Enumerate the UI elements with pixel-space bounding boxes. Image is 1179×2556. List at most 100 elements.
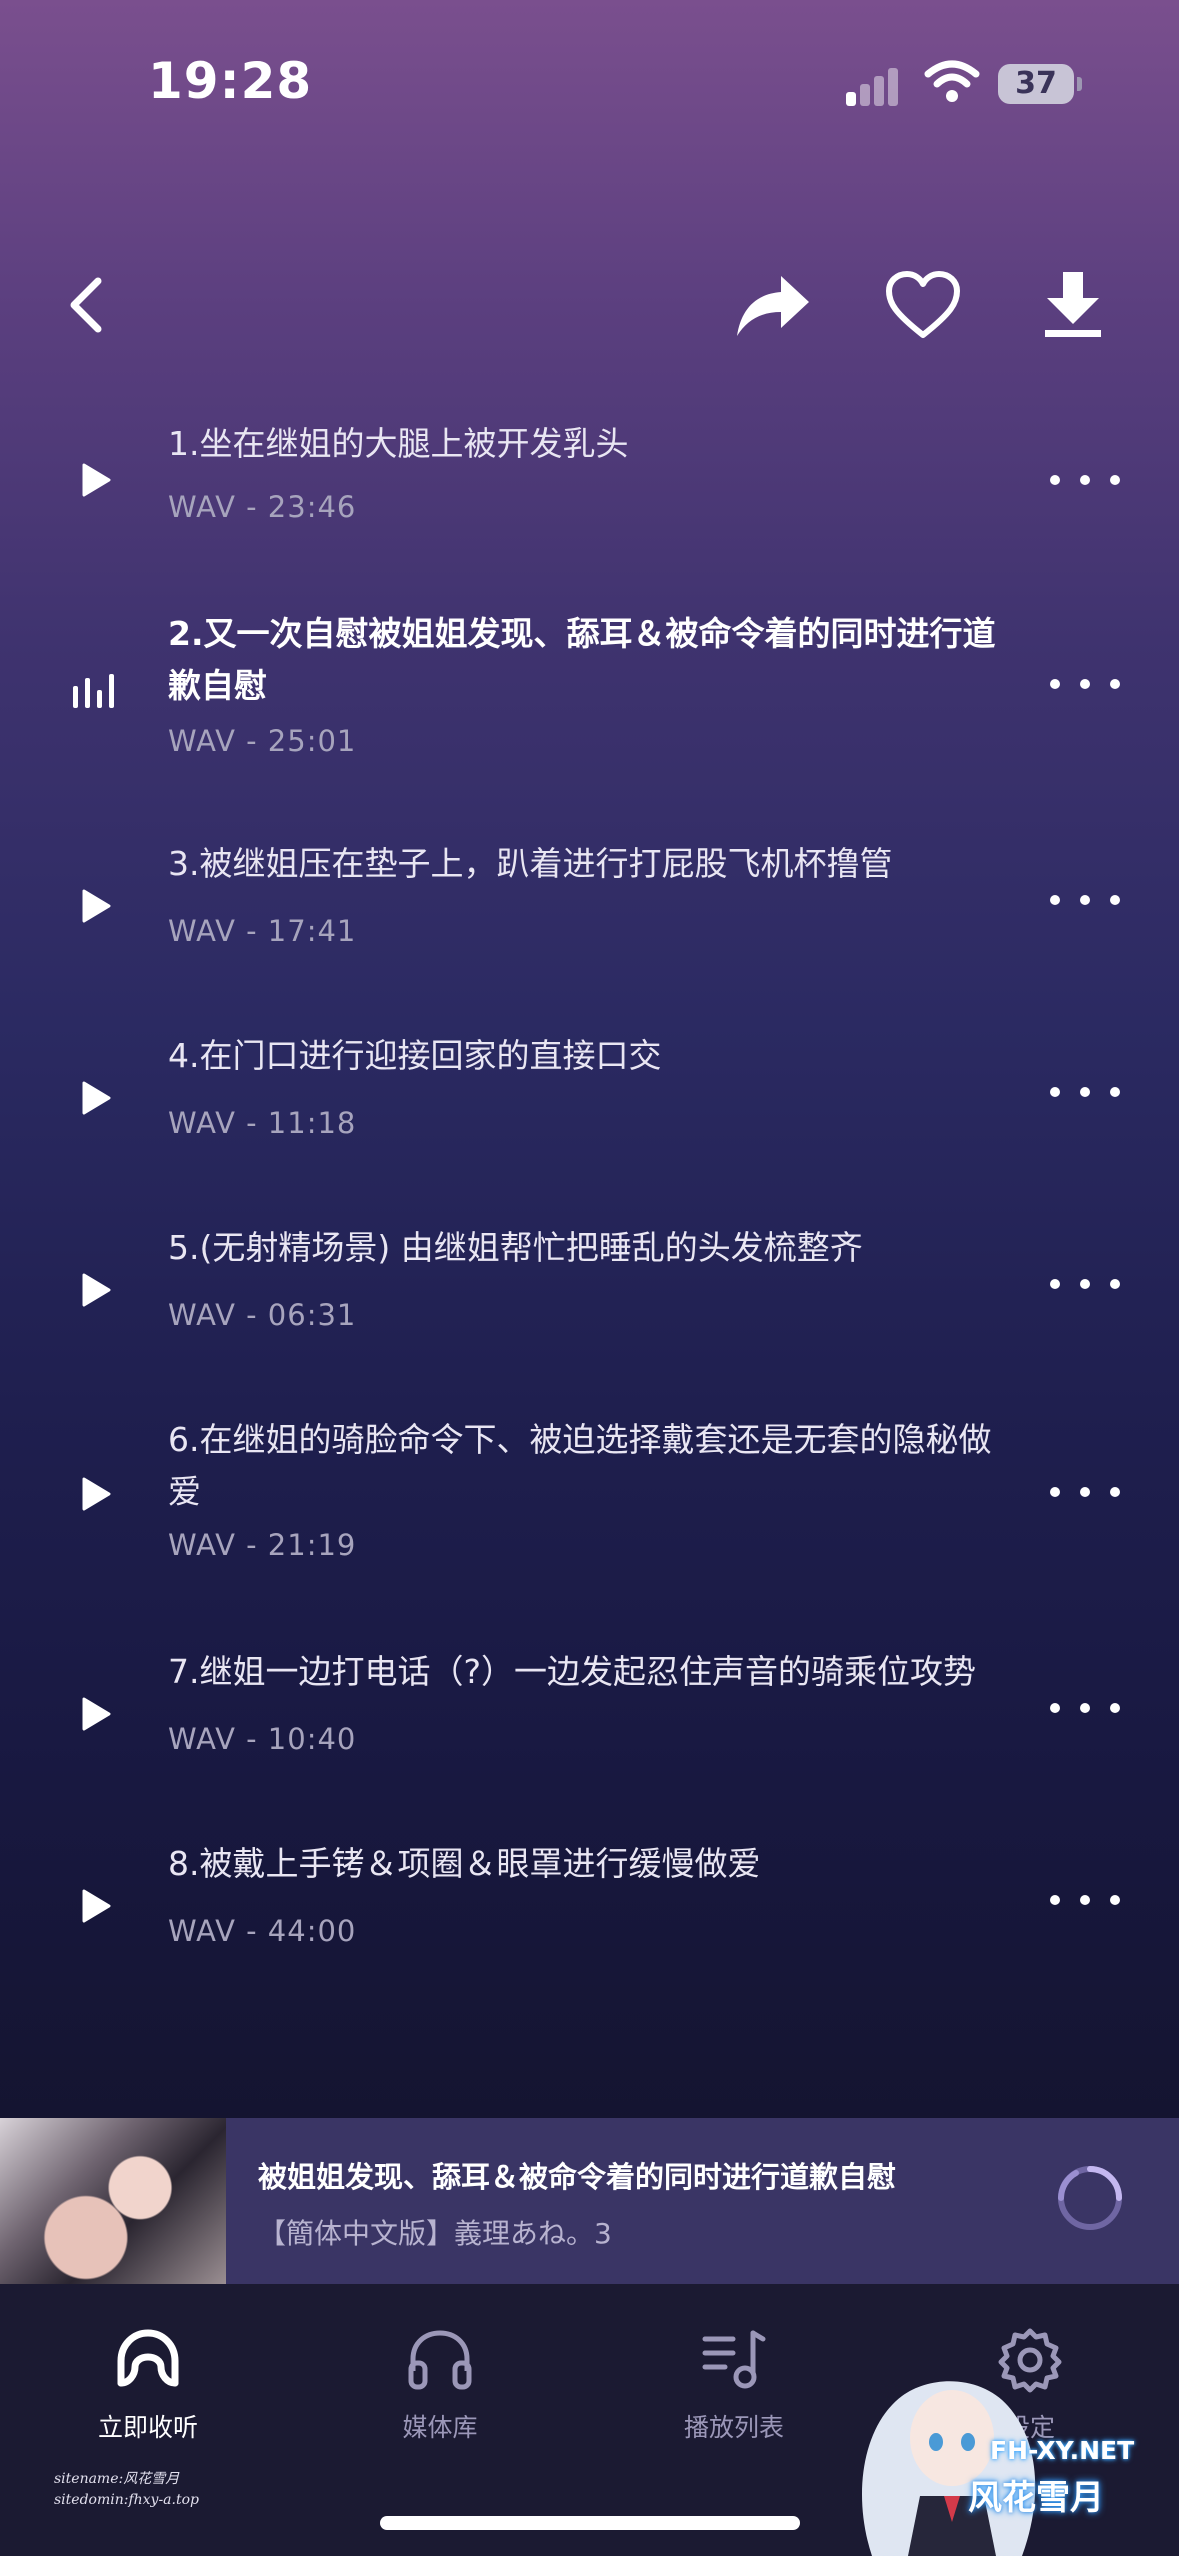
watermark-site-name: 风花雪月: [968, 2478, 1104, 2518]
track-title: 3.被继姐压在垫子上，趴着进行打屁股飞机杯撸管: [168, 844, 893, 883]
dot-icon: [1050, 895, 1060, 905]
now-playing-subtitle: 【簡体中文版】義理あね。3: [258, 2217, 612, 2250]
dot-icon: [1110, 475, 1120, 485]
dot-icon: [1110, 895, 1120, 905]
heart-icon: [886, 271, 960, 338]
share-button[interactable]: [728, 260, 818, 350]
status-bar: 19:28 37: [0, 0, 1179, 170]
dot-icon: [1080, 679, 1090, 689]
tab-label: 媒体库: [402, 2413, 478, 2442]
track-meta: WAV - 25:01: [168, 724, 357, 758]
dot-icon: [1110, 1279, 1120, 1289]
track-item[interactable]: 3.被继姐压在垫子上，趴着进行打屁股飞机杯撸管 WAV - 17:41: [0, 836, 1179, 976]
dot-icon: [1080, 475, 1090, 485]
play-track-button[interactable]: [68, 452, 124, 508]
wifi-icon: [924, 60, 980, 102]
track-more-button[interactable]: [1050, 880, 1120, 920]
track-item[interactable]: 5.(无射精场景) 由继姐帮忙把睡乱的头发梳整齐 WAV - 06:31: [0, 1220, 1179, 1360]
play-icon: [82, 1697, 111, 1731]
download-button[interactable]: [1028, 260, 1118, 350]
status-time: 19:28: [148, 52, 313, 110]
track-meta: WAV - 44:00: [168, 1914, 357, 1948]
track-title: 6.在继姐的骑脸命令下、被迫选择戴套还是无套的隐秘做爱: [168, 1420, 992, 1511]
play-icon: [82, 1273, 111, 1307]
watermark-site-url: FH-XY.NET: [990, 2436, 1135, 2465]
dot-icon: [1080, 1487, 1090, 1497]
dot-icon: [1080, 1279, 1090, 1289]
loading-spinner-icon[interactable]: [1056, 2164, 1124, 2232]
track-more-button[interactable]: [1050, 1072, 1120, 1112]
track-item[interactable]: 7.继姐一边打电话（?）一边发起忍住声音的骑乘位攻势 WAV - 10:40: [0, 1650, 1179, 1790]
dot-icon: [1050, 1279, 1060, 1289]
album-cover[interactable]: [0, 2118, 226, 2284]
track-title: 8.被戴上手铐＆项圈＆眼罩进行缓慢做爱: [168, 1844, 761, 1883]
track-item[interactable]: 4.在门口进行迎接回家的直接口交 WAV - 11:18: [0, 1028, 1179, 1168]
play-track-button[interactable]: [68, 878, 124, 934]
dot-icon: [1110, 1487, 1120, 1497]
chevron-left-icon: [70, 277, 102, 333]
track-meta: WAV - 11:18: [168, 1106, 357, 1140]
play-icon: [82, 1081, 111, 1115]
tab-listen-now[interactable]: 立即收听: [48, 2320, 248, 2444]
dot-icon: [1110, 679, 1120, 689]
tab-label: 立即收听: [97, 2413, 198, 2442]
dot-icon: [1080, 1087, 1090, 1097]
play-track-button[interactable]: [68, 1070, 124, 1126]
track-item[interactable]: 6.在继姐的骑脸命令下、被迫选择戴套还是无套的隐秘做爱 WAV - 21:19: [0, 1412, 1179, 1582]
tab-playlist[interactable]: 播放列表: [634, 2320, 834, 2444]
share-arrow-icon: [737, 276, 809, 336]
play-track-button[interactable]: [68, 1466, 124, 1522]
dot-icon: [1050, 1487, 1060, 1497]
favorite-button[interactable]: [878, 260, 968, 350]
dot-icon: [1110, 1087, 1120, 1097]
track-more-button[interactable]: [1050, 1880, 1120, 1920]
play-icon: [82, 463, 111, 497]
playlist-icon: [702, 2330, 766, 2389]
home-indicator: [380, 2516, 800, 2530]
track-more-button[interactable]: [1050, 1472, 1120, 1512]
track-title: 1.坐在继姐的大腿上被开发乳头: [168, 424, 629, 463]
dot-icon: [1050, 679, 1060, 689]
watermark-sitename: sitename:风花雪月: [54, 2471, 180, 2487]
track-meta: WAV - 17:41: [168, 914, 357, 948]
play-track-button[interactable]: [68, 1686, 124, 1742]
tab-label: 播放列表: [683, 2413, 784, 2442]
play-icon: [82, 1477, 111, 1511]
track-more-button[interactable]: [1050, 1264, 1120, 1304]
listen-now-icon: [117, 2329, 179, 2387]
dot-icon: [1080, 1895, 1090, 1905]
play-icon: [82, 1889, 111, 1923]
track-more-button[interactable]: [1050, 1688, 1120, 1728]
battery-indicator: 37: [998, 64, 1082, 104]
mini-player[interactable]: 被姐姐发现、舔耳＆被命令着的同时进行道歉自慰 【簡体中文版】義理あね。3: [0, 2118, 1179, 2284]
track-more-button[interactable]: [1050, 664, 1120, 704]
dot-icon: [1110, 1895, 1120, 1905]
play-track-button[interactable]: [68, 1262, 124, 1318]
track-title: 2.又一次自慰被姐姐发现、舔耳＆被命令着的同时进行道歉自慰: [168, 614, 996, 705]
track-meta: WAV - 06:31: [168, 1298, 357, 1332]
track-item[interactable]: 8.被戴上手铐＆项圈＆眼罩进行缓慢做爱 WAV - 44:00: [0, 1842, 1179, 1982]
back-button[interactable]: [42, 260, 132, 350]
dot-icon: [1050, 1895, 1060, 1905]
track-more-button[interactable]: [1050, 460, 1120, 500]
dot-icon: [1050, 475, 1060, 485]
now-playing-indicator: [68, 662, 124, 718]
track-title: 4.在门口进行迎接回家的直接口交: [168, 1036, 662, 1075]
dot-icon: [1110, 1703, 1120, 1713]
play-icon: [82, 889, 111, 923]
track-item[interactable]: 1.坐在继姐的大腿上被开发乳头 WAV - 23:46: [0, 410, 1179, 550]
dot-icon: [1080, 1703, 1090, 1713]
top-action-bar: [0, 260, 1179, 350]
watermark-sitedomain: sitedomin:fhxy-a.top: [54, 2492, 199, 2508]
dot-icon: [1050, 1087, 1060, 1097]
tab-media-library[interactable]: 媒体库: [340, 2320, 540, 2444]
track-title: 7.继姐一边打电话（?）一边发起忍住声音的骑乘位攻势: [168, 1652, 977, 1691]
track-item-playing[interactable]: 2.又一次自慰被姐姐发现、舔耳＆被命令着的同时进行道歉自慰 WAV - 25:0…: [0, 604, 1179, 774]
now-playing-title: 被姐姐发现、舔耳＆被命令着的同时进行道歉自慰: [258, 2160, 897, 2194]
download-icon: [1045, 272, 1101, 337]
equalizer-icon: [73, 674, 114, 708]
track-meta: WAV - 23:46: [168, 490, 357, 524]
headphones-icon: [408, 2330, 472, 2390]
play-track-button[interactable]: [68, 1878, 124, 1934]
track-title: 5.(无射精场景) 由继姐帮忙把睡乱的头发梳整齐: [168, 1228, 863, 1267]
